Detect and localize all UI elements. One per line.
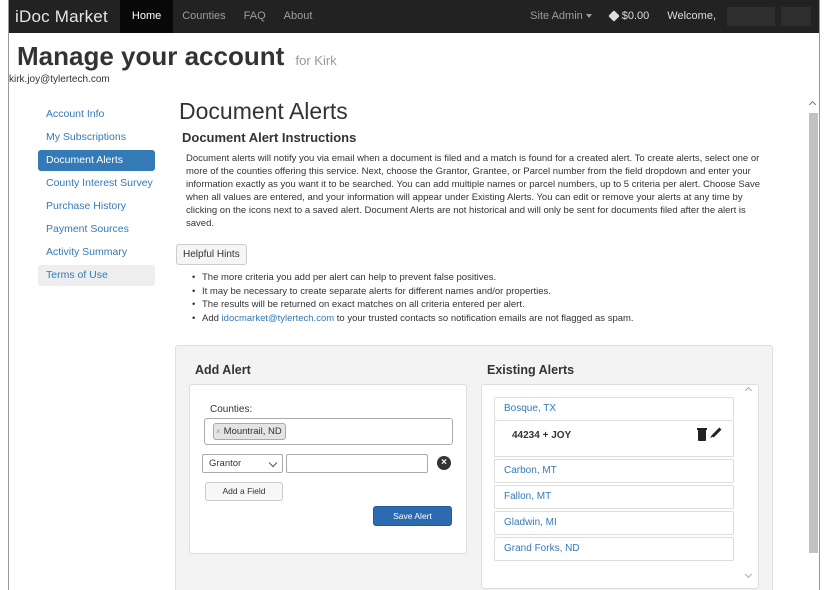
field-value-input[interactable] — [286, 454, 428, 473]
chevron-down-icon — [268, 458, 278, 468]
sidebar-item-account-info[interactable]: Account Info — [38, 104, 155, 125]
user-name-redacted — [727, 7, 775, 26]
instructions-title: Document Alert Instructions — [182, 130, 357, 145]
hint-item: The results will be returned on exact ma… — [192, 298, 634, 312]
existing-alerts-items: Bosque, TX 44234 + JOY Carbon, MT Fallon… — [494, 397, 734, 563]
hint-item: Add idocmarket@tylertech.com to your tru… — [192, 312, 634, 326]
alert-county-item[interactable]: Carbon, MT — [494, 459, 734, 483]
scroll-up-icon[interactable] — [808, 100, 817, 109]
add-field-button[interactable]: Add a Field — [205, 482, 283, 501]
field-type-select[interactable]: Grantor — [202, 454, 283, 473]
hints-list: The more criteria you add per alert can … — [192, 271, 634, 325]
trash-icon[interactable] — [697, 428, 707, 441]
sidebar-item-county-interest-survey[interactable]: County Interest Survey — [38, 173, 155, 194]
brand-logo[interactable]: iDoc Market — [15, 7, 108, 27]
tag-icon — [608, 10, 620, 22]
account-sidebar: Account Info My Subscriptions Document A… — [38, 104, 155, 288]
alert-detail-text: 44234 + JOY — [512, 430, 572, 441]
sidebar-item-my-subscriptions[interactable]: My Subscriptions — [38, 127, 155, 148]
alert-detail-row: 44234 + JOY — [494, 421, 734, 457]
sidebar-item-document-alerts[interactable]: Document Alerts — [38, 150, 155, 171]
field-type-value: Grantor — [209, 458, 242, 469]
hint-item: The more criteria you add per alert can … — [192, 271, 634, 285]
user-menu-redacted[interactable] — [781, 7, 811, 26]
county-chip: × Mountrail, ND — [213, 423, 286, 440]
browser-window: iDoc Market Home Counties FAQ About Site… — [8, 0, 820, 590]
remove-field-icon[interactable]: × — [437, 456, 451, 470]
county-chip-label: Mountrail, ND — [223, 426, 282, 437]
sidebar-item-activity-summary[interactable]: Activity Summary — [38, 242, 155, 263]
balance-link[interactable]: $0.00 — [601, 0, 659, 33]
nav-faq[interactable]: FAQ — [235, 0, 275, 33]
alert-county-item[interactable]: Fallon, MT — [494, 485, 734, 509]
scrollbar-thumb[interactable] — [809, 113, 818, 553]
helpful-hints-button[interactable]: Helpful Hints — [176, 244, 247, 265]
nav-counties[interactable]: Counties — [173, 0, 234, 33]
pencil-icon[interactable] — [711, 427, 722, 438]
instructions-text: Document alerts will notify you via emai… — [186, 153, 761, 229]
hint-prefix: Add — [202, 312, 222, 324]
alerts-panel: Add Alert Existing Alerts Counties: × Mou… — [175, 345, 773, 590]
save-alert-button[interactable]: Save Alert — [373, 506, 452, 526]
chip-remove-icon[interactable]: × — [216, 427, 221, 436]
top-navbar: iDoc Market Home Counties FAQ About Site… — [9, 0, 819, 33]
chevron-up-icon[interactable] — [744, 386, 753, 395]
alert-county-item[interactable]: Bosque, TX — [494, 397, 734, 421]
nav-about[interactable]: About — [275, 0, 322, 33]
counties-multiselect[interactable]: × Mountrail, ND — [204, 418, 453, 445]
account-email: kirk.joy@tylertech.com — [9, 74, 110, 85]
existing-alerts-title: Existing Alerts — [487, 363, 575, 377]
support-email-link[interactable]: idocmarket@tylertech.com — [222, 313, 335, 324]
balance-amount: $0.00 — [621, 10, 650, 22]
list-scrollbar[interactable] — [744, 386, 754, 579]
chevron-down-icon[interactable] — [744, 570, 753, 579]
page-title: Manage your account for Kirk — [17, 41, 337, 72]
main-content: Document Alerts Document Alert Instructi… — [159, 96, 819, 590]
existing-alerts-list: Bosque, TX 44234 + JOY Carbon, MT Fallon… — [481, 384, 759, 589]
sidebar-item-purchase-history[interactable]: Purchase History — [38, 196, 155, 217]
caret-down-icon — [585, 14, 592, 19]
navbar-right: Site Admin $0.00 Welcome, — [521, 0, 811, 33]
nav-home[interactable]: Home — [119, 0, 174, 33]
sidebar-item-payment-sources[interactable]: Payment Sources — [38, 219, 155, 240]
sidebar-item-terms-of-use[interactable]: Terms of Use — [38, 265, 155, 286]
alert-county-item[interactable]: Gladwin, MI — [494, 511, 734, 535]
section-title: Document Alerts — [179, 98, 348, 124]
counties-label: Counties: — [210, 404, 253, 415]
page-subtitle: for Kirk — [295, 53, 337, 68]
site-admin-label: Site Admin — [530, 10, 583, 22]
welcome-text: Welcome, — [667, 10, 716, 22]
add-alert-title: Add Alert — [195, 363, 251, 377]
page-scrollbar[interactable] — [808, 99, 819, 590]
page-title-text: Manage your account — [17, 41, 285, 71]
add-alert-form: Counties: × Mountrail, ND Grantor × Add a… — [189, 384, 467, 554]
alert-county-item[interactable]: Grand Forks, ND — [494, 537, 734, 561]
hint-item: It may be necessary to create separate a… — [192, 285, 634, 299]
site-admin-menu[interactable]: Site Admin — [521, 0, 601, 33]
hint-suffix: to your trusted contacts so notification… — [334, 312, 634, 324]
